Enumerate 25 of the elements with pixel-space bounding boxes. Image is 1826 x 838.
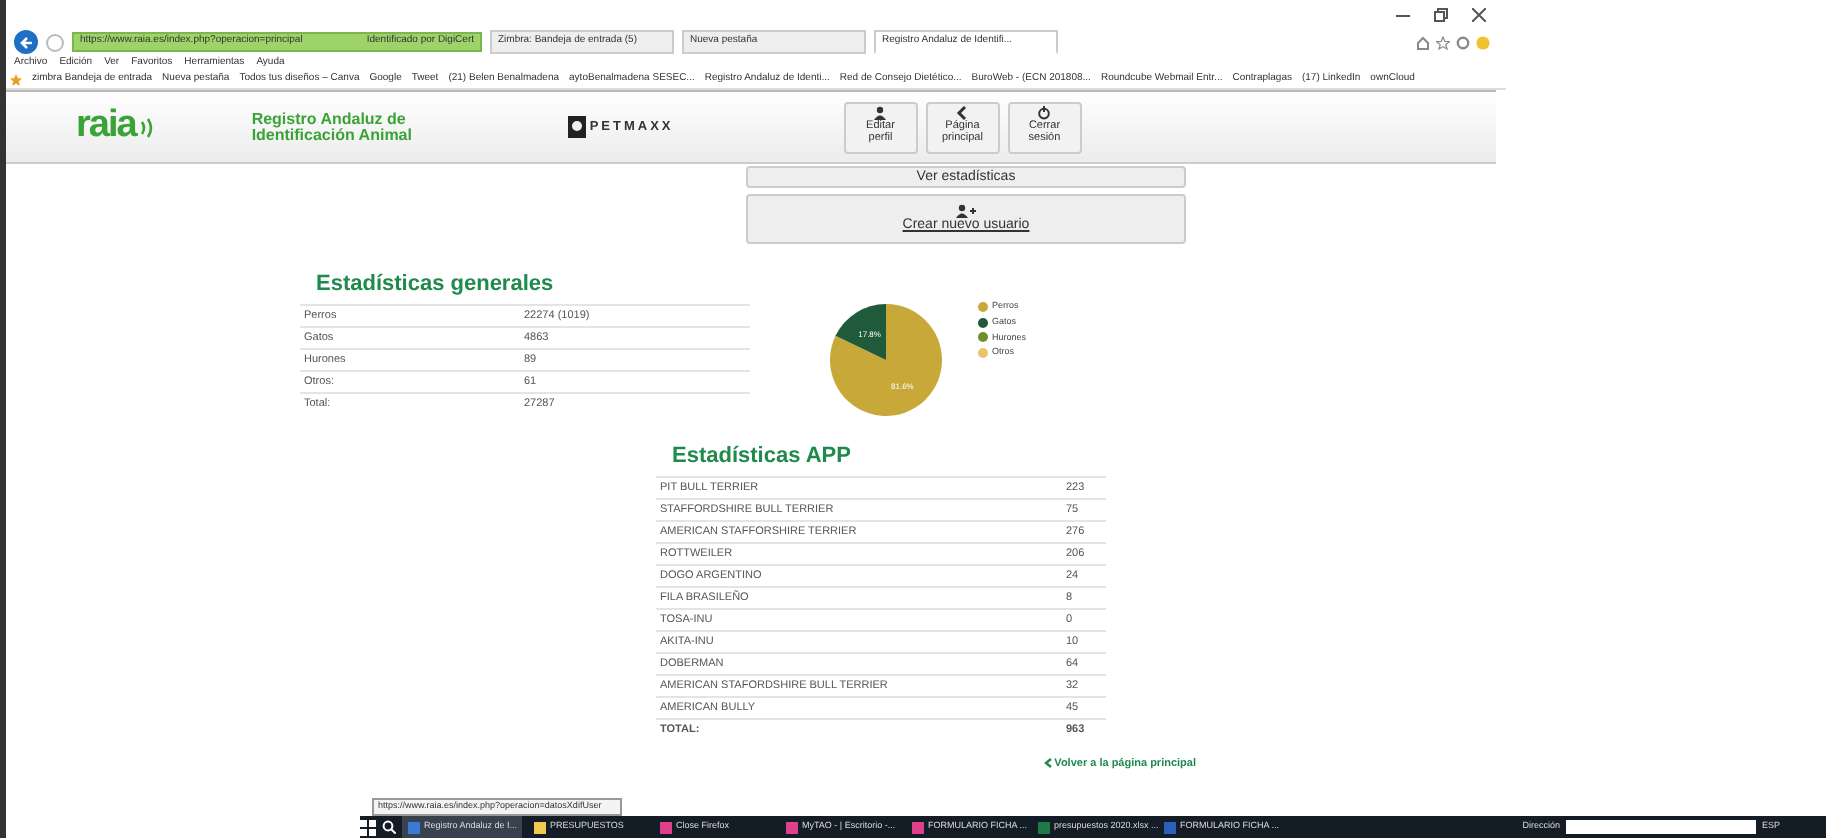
close-icon[interactable] [1472,7,1486,21]
legend-dot [978,301,988,312]
logo-text: raia [76,102,136,151]
legend-dot [978,332,988,343]
star-icon[interactable] [1436,35,1450,49]
settings-icon[interactable] [1456,35,1470,49]
site-title: Registro Andaluz de Identificación Animal [251,111,414,143]
legend-dot [978,348,988,359]
search-icon[interactable] [382,820,396,834]
home-icon[interactable] [1416,35,1430,49]
restore-icon[interactable] [1434,7,1448,21]
legend-dot [978,317,988,328]
section-heading: Estadísticas APP [672,444,853,471]
section-heading: Estadísticas generales [316,272,556,299]
user-icon [874,105,887,119]
favorites-star-icon [10,74,22,86]
address-input[interactable] [1565,820,1756,834]
chevron-left-icon [1043,757,1052,768]
back-button[interactable] [14,30,38,54]
signal-waves-icon [139,115,156,139]
add-user-icon [956,204,976,218]
chevron-left-icon [956,105,969,119]
windows-start-icon[interactable] [360,819,376,835]
back-arrow-icon [19,35,33,49]
power-icon [1038,105,1051,119]
